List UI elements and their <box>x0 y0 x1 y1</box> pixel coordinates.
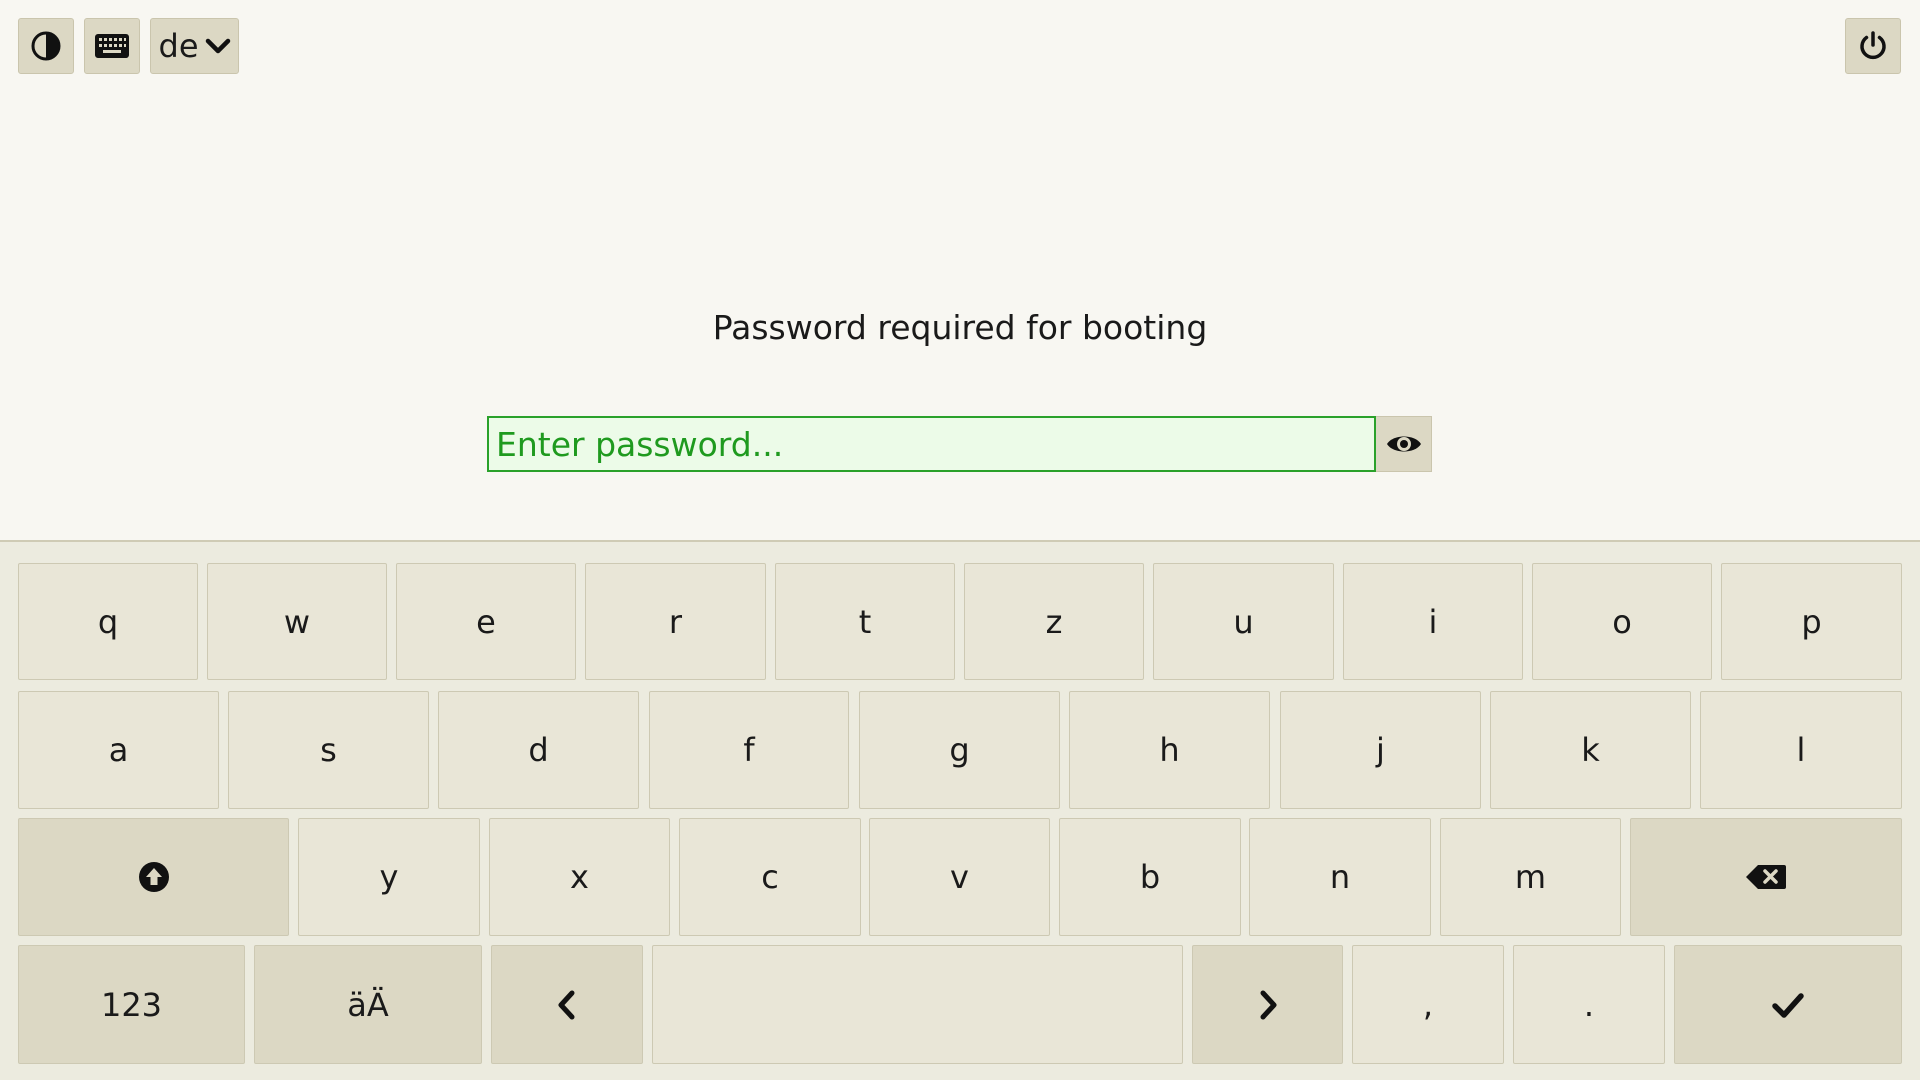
enter-key[interactable] <box>1674 945 1902 1064</box>
key-y[interactable]: y <box>298 818 480 936</box>
language-select[interactable]: de <box>150 18 239 74</box>
key-p[interactable]: p <box>1721 563 1902 680</box>
numbers-key[interactable]: 123 <box>18 945 245 1064</box>
key-t[interactable]: t <box>775 563 955 680</box>
backspace-key[interactable] <box>1630 818 1902 936</box>
key-x[interactable]: x <box>489 818 670 936</box>
key-n[interactable]: n <box>1249 818 1431 936</box>
chevron-right-icon <box>1257 989 1279 1021</box>
key-period[interactable]: . <box>1513 945 1665 1064</box>
key-r[interactable]: r <box>585 563 766 680</box>
key-g[interactable]: g <box>859 691 1060 809</box>
key-c[interactable]: c <box>679 818 861 936</box>
key-d[interactable]: d <box>438 691 639 809</box>
shift-key[interactable] <box>18 818 289 936</box>
key-w[interactable]: w <box>207 563 387 680</box>
eye-icon <box>1385 431 1423 457</box>
umlauts-key[interactable]: äÄ <box>254 945 482 1064</box>
key-f[interactable]: f <box>649 691 849 809</box>
cursor-right-key[interactable] <box>1192 945 1343 1064</box>
power-button[interactable] <box>1845 18 1901 74</box>
key-k[interactable]: k <box>1490 691 1691 809</box>
backspace-icon <box>1745 864 1787 890</box>
on-screen-keyboard: q w e r t z u i o p a s d f g h j k l y … <box>0 540 1920 1080</box>
chevron-left-icon <box>556 989 578 1021</box>
key-q[interactable]: q <box>18 563 198 680</box>
password-input[interactable] <box>487 416 1376 472</box>
top-toolbar: de <box>0 0 1920 90</box>
keyboard-toggle-button[interactable] <box>84 18 140 74</box>
chevron-down-icon <box>205 37 231 55</box>
key-l[interactable]: l <box>1700 691 1902 809</box>
key-z[interactable]: z <box>964 563 1144 680</box>
show-password-button[interactable] <box>1376 416 1432 472</box>
keyboard-icon <box>94 33 130 59</box>
shift-icon <box>138 861 170 893</box>
check-icon <box>1771 991 1805 1019</box>
password-field-group <box>487 416 1432 472</box>
key-a[interactable]: a <box>18 691 219 809</box>
power-icon <box>1857 30 1889 62</box>
key-j[interactable]: j <box>1280 691 1481 809</box>
password-prompt: Password required for booting <box>712 308 1208 347</box>
cursor-left-key[interactable] <box>491 945 643 1064</box>
key-o[interactable]: o <box>1532 563 1712 680</box>
key-comma[interactable]: , <box>1352 945 1504 1064</box>
key-e[interactable]: e <box>396 563 576 680</box>
contrast-toggle-button[interactable] <box>18 18 74 74</box>
key-b[interactable]: b <box>1059 818 1241 936</box>
language-label: de <box>158 27 199 65</box>
key-v[interactable]: v <box>869 818 1050 936</box>
key-s[interactable]: s <box>228 691 429 809</box>
space-key[interactable] <box>652 945 1183 1064</box>
contrast-icon <box>30 30 62 62</box>
key-u[interactable]: u <box>1153 563 1334 680</box>
key-i[interactable]: i <box>1343 563 1523 680</box>
key-m[interactable]: m <box>1440 818 1621 936</box>
key-h[interactable]: h <box>1069 691 1270 809</box>
